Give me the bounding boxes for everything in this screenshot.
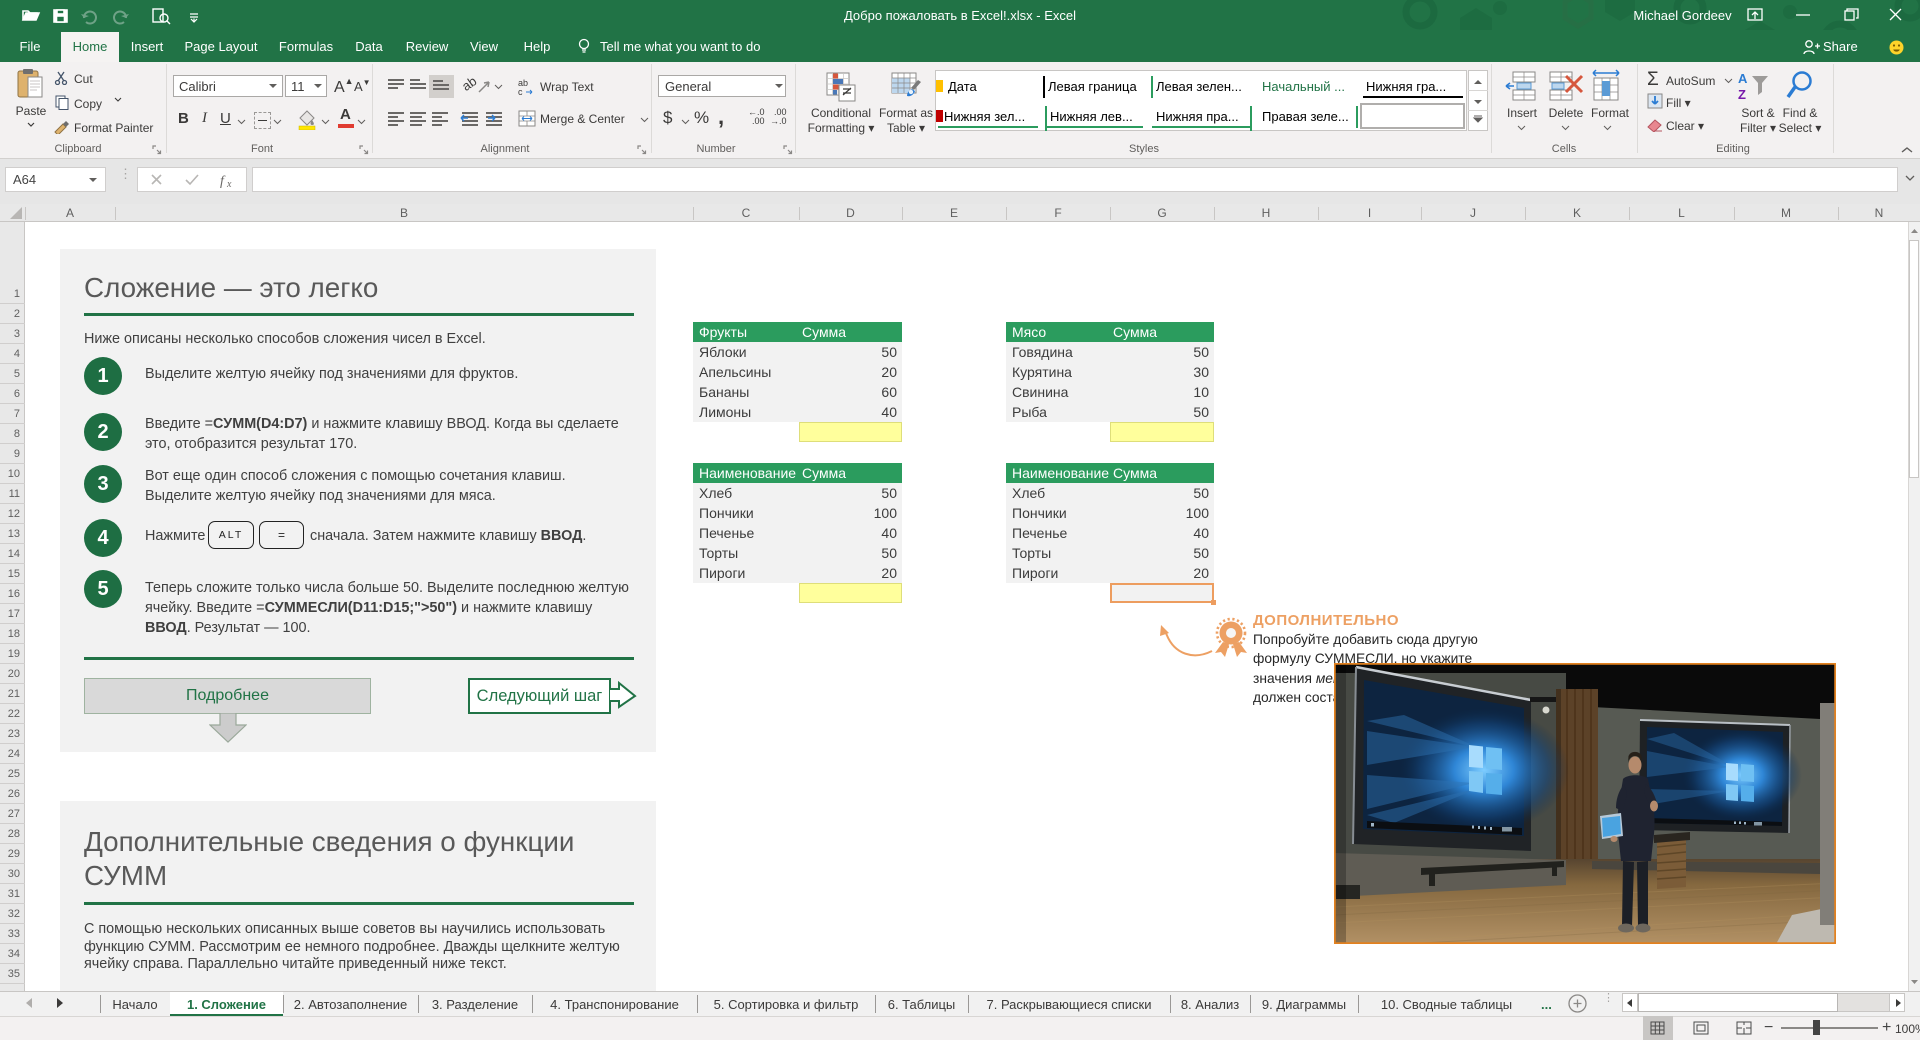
svg-text:x: x: [226, 179, 232, 188]
svg-text:c: c: [518, 87, 523, 96]
svg-text:A: A: [1738, 71, 1748, 86]
svg-text:f: f: [220, 174, 226, 188]
svg-text:Z: Z: [1738, 87, 1746, 102]
